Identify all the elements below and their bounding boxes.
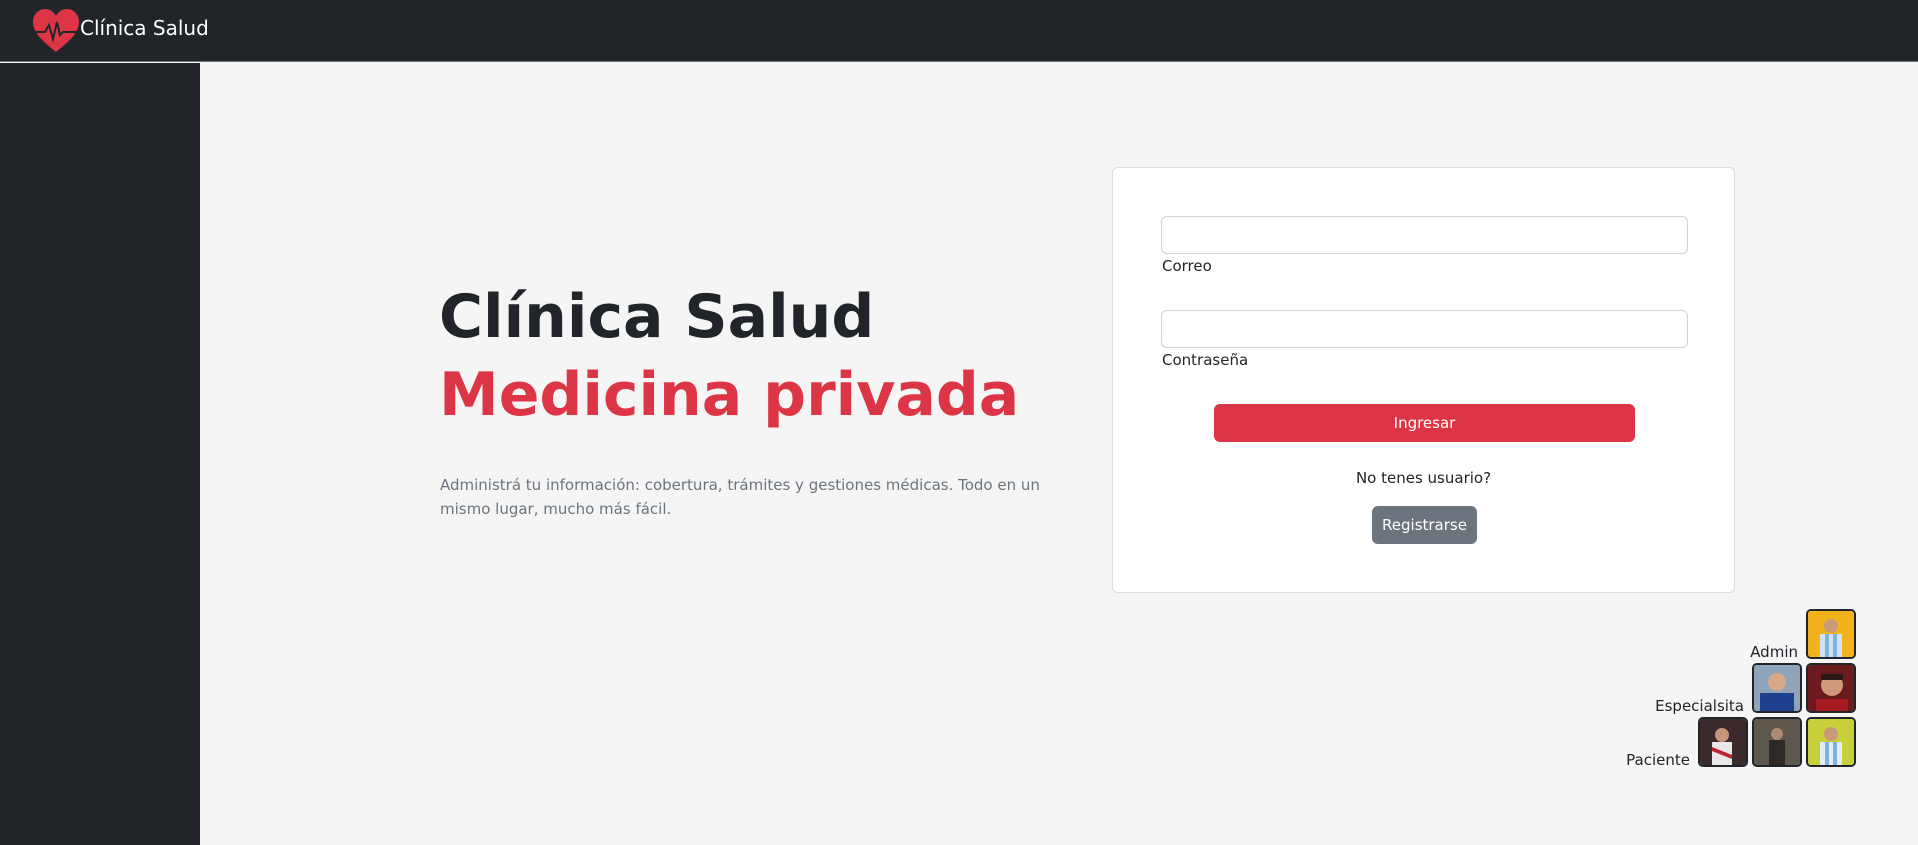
hero-title: Clínica Salud Medicina privada <box>439 278 1019 434</box>
admin-avatar[interactable] <box>1806 609 1856 659</box>
specialist-avatar-2[interactable] <box>1806 663 1856 713</box>
patient-avatar-3[interactable] <box>1806 717 1856 767</box>
hero-description: Administrá tu información: cobertura, tr… <box>440 476 1040 518</box>
top-navbar: Clínica Salud <box>0 0 1918 62</box>
hero-title-line2: Medicina privada <box>439 360 1020 430</box>
quick-access-specialist: Especialsita <box>1655 663 1856 715</box>
login-card: Correo Contraseña Ingresar No tenes usua… <box>1112 167 1735 593</box>
patient-label: Paciente <box>1626 751 1690 769</box>
email-input[interactable] <box>1161 216 1688 254</box>
admin-label: Admin <box>1750 643 1798 661</box>
password-label: Contraseña <box>1162 351 1249 369</box>
quick-access-admin: Admin <box>1750 609 1856 661</box>
password-input[interactable] <box>1161 310 1688 348</box>
heart-pulse-icon <box>31 9 81 52</box>
specialist-avatar-1[interactable] <box>1752 663 1802 713</box>
email-label: Correo <box>1162 257 1212 275</box>
patient-avatar-1[interactable] <box>1698 717 1748 767</box>
hero-title-line1: Clínica Salud <box>439 282 875 352</box>
brand-link[interactable]: Clínica Salud <box>30 8 209 54</box>
register-button[interactable]: Registrarse <box>1372 506 1477 544</box>
login-button[interactable]: Ingresar <box>1214 404 1635 442</box>
brand-name: Clínica Salud <box>80 16 209 40</box>
sidebar <box>0 63 200 845</box>
quick-access-patient: Paciente <box>1626 717 1856 769</box>
specialist-label: Especialsita <box>1655 697 1744 715</box>
no-user-text: No tenes usuario? <box>1355 469 1492 487</box>
patient-avatar-2[interactable] <box>1752 717 1802 767</box>
